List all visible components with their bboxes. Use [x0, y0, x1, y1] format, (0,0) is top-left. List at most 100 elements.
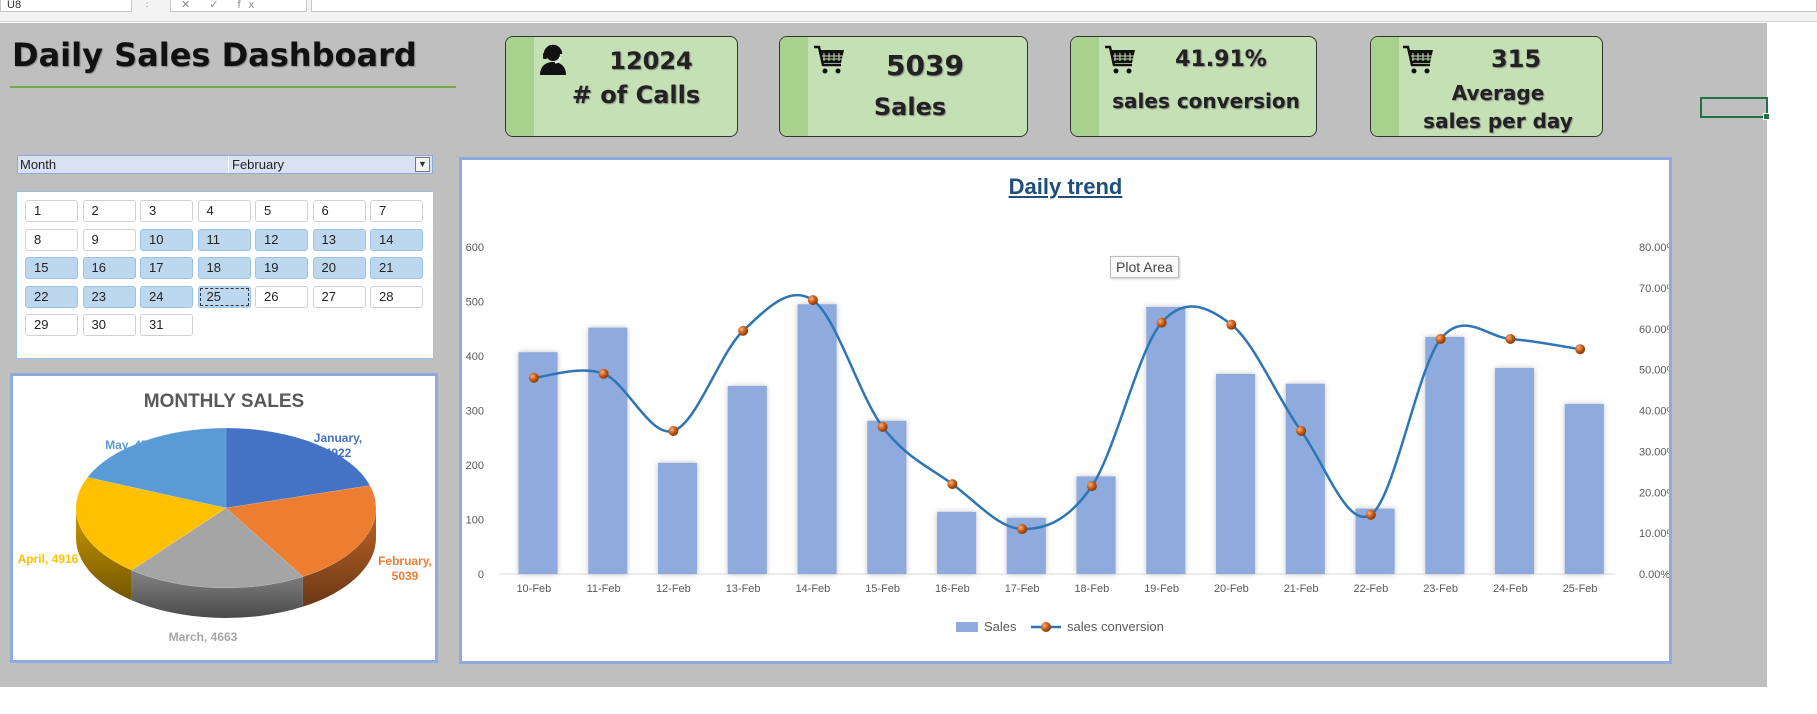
- sales-bar[interactable]: [588, 327, 628, 574]
- legend-swatch-sales: [956, 622, 978, 632]
- sales-bar[interactable]: [1146, 306, 1186, 574]
- slicer-day-25[interactable]: 25: [197, 285, 251, 308]
- kpi-card-calls[interactable]: 12024 # of Calls: [505, 36, 738, 137]
- kpi-card-sales[interactable]: 5039 Sales: [779, 36, 1028, 137]
- y-right-tick-label: 50.00%: [1639, 365, 1669, 377]
- y-left-tick-label: 0: [478, 569, 484, 581]
- slicer-day-30[interactable]: 30: [82, 314, 136, 336]
- sales-conversion-marker[interactable]: [1086, 481, 1097, 492]
- pie-chart-svg: [75, 427, 377, 618]
- formula-buttons[interactable]: ✕ ✓ fx: [170, 0, 307, 12]
- sales-bar[interactable]: [867, 420, 907, 574]
- sales-conversion-marker[interactable]: [1226, 319, 1237, 330]
- month-filter[interactable]: Month February ▼: [17, 155, 433, 174]
- kpi-card-conversion[interactable]: 41.91% sales conversion: [1070, 36, 1317, 137]
- slicer-day-5[interactable]: 5: [255, 200, 308, 222]
- trend-chart-svg: 0 100 200 300 400 500 600 0.00% 10.00% 20.00% 30.0…: [466, 242, 1669, 634]
- sales-bar[interactable]: [1564, 403, 1604, 574]
- active-cell-selection[interactable]: [1700, 97, 1770, 120]
- plot-area-tooltip: Plot Area: [1110, 256, 1179, 278]
- sales-bar[interactable]: [1425, 336, 1465, 574]
- formula-bar: U8 ⋮ ✕ ✓ fx: [0, 0, 1817, 22]
- slicer-day-14[interactable]: 14: [370, 228, 423, 251]
- monthly-sales-chart[interactable]: MONTHLY SALES January, 4922 February, 50…: [10, 373, 438, 663]
- slicer-day-21[interactable]: 21: [370, 257, 423, 279]
- sales-bar[interactable]: [727, 385, 767, 574]
- sales-conversion-marker[interactable]: [877, 421, 888, 432]
- slicer-day-4[interactable]: 4: [197, 200, 251, 222]
- sales-bar[interactable]: [797, 304, 837, 574]
- sales-bar[interactable]: [937, 511, 977, 574]
- slicer-day-12[interactable]: 12: [255, 228, 308, 251]
- slicer-day-17[interactable]: 17: [140, 257, 193, 279]
- sales-bar[interactable]: [1495, 367, 1535, 574]
- y-right-tick-label: 30.00%: [1639, 446, 1669, 458]
- slicer-day-10[interactable]: 10: [140, 228, 193, 251]
- kpi-accent-strip: [780, 37, 808, 136]
- slicer-day-24[interactable]: 24: [140, 285, 193, 308]
- sales-conversion-marker[interactable]: [807, 295, 818, 306]
- y-right-tick-label: 20.00%: [1639, 487, 1669, 499]
- sales-conversion-marker[interactable]: [1296, 425, 1307, 436]
- slicer-day-20[interactable]: 20: [312, 257, 366, 279]
- kpi-label: Average sales per day: [1423, 81, 1573, 133]
- kpi-value: 41.91%: [1175, 47, 1267, 72]
- slicer-day-27[interactable]: 27: [312, 285, 366, 308]
- sales-bar[interactable]: [1285, 383, 1325, 574]
- slicer-day-15[interactable]: 15: [25, 257, 78, 279]
- filter-label: Month: [20, 157, 57, 172]
- slicer-day-26[interactable]: 26: [255, 285, 308, 308]
- slicer-day-16[interactable]: 16: [82, 257, 136, 279]
- sales-conversion-marker[interactable]: [528, 372, 539, 383]
- slicer-day-11[interactable]: 11: [197, 228, 251, 251]
- slicer-day-23[interactable]: 23: [82, 285, 136, 308]
- kpi-label: Sales: [873, 93, 947, 121]
- formula-input[interactable]: [311, 0, 1817, 12]
- y-right-tick-label: 70.00%: [1639, 283, 1669, 295]
- slicer-day-29[interactable]: 29: [25, 314, 78, 336]
- kpi-accent-strip: [1371, 37, 1399, 136]
- slicer-day-7[interactable]: 7: [370, 200, 423, 222]
- slicer-day-22[interactable]: 22: [25, 285, 78, 308]
- sales-conversion-marker[interactable]: [947, 479, 958, 490]
- slicer-day-18[interactable]: 18: [197, 257, 251, 279]
- filter-dropdown-icon[interactable]: ▼: [415, 157, 430, 172]
- slicer-day-9[interactable]: 9: [82, 228, 136, 251]
- x-tick-label: 23-Feb: [1423, 583, 1458, 595]
- sales-conversion-marker[interactable]: [598, 368, 609, 379]
- kpi-card-average-sales[interactable]: 315 Average sales per day: [1370, 36, 1603, 137]
- x-tick-label: 22-Feb: [1353, 583, 1388, 595]
- sheet-bottom-area: [0, 687, 1817, 714]
- slicer-day-28[interactable]: 28: [370, 285, 423, 308]
- sales-bar[interactable]: [518, 352, 558, 574]
- slicer-day-31[interactable]: 31: [140, 314, 193, 336]
- shopping-cart-icon: [1403, 45, 1433, 74]
- y-left-tick-label: 600: [466, 242, 484, 254]
- slicer-day-1[interactable]: 1: [25, 200, 78, 222]
- y-left-tick-label: 200: [466, 460, 484, 472]
- sales-bar[interactable]: [1076, 476, 1116, 574]
- slicer-day-8[interactable]: 8: [25, 228, 78, 251]
- x-tick-label: 19-Feb: [1144, 583, 1179, 595]
- x-tick-label: 14-Feb: [795, 583, 830, 595]
- sales-conversion-marker[interactable]: [1365, 509, 1376, 520]
- pie-label-april: April, 4916: [17, 552, 79, 566]
- sales-conversion-marker[interactable]: [1575, 344, 1586, 355]
- sales-bar[interactable]: [1355, 508, 1395, 574]
- sales-conversion-marker[interactable]: [738, 325, 749, 336]
- sales-conversion-marker[interactable]: [1435, 333, 1446, 344]
- slicer-day-6[interactable]: 6: [312, 200, 366, 222]
- daily-trend-chart[interactable]: Daily trend 0 100 200 300 400 500 600 0.00% 10.0…: [459, 157, 1672, 664]
- sales-bar[interactable]: [1216, 373, 1256, 574]
- y-right-tick-label: 80.00%: [1639, 242, 1669, 254]
- sales-conversion-marker[interactable]: [1505, 333, 1516, 344]
- slicer-day-13[interactable]: 13: [312, 228, 366, 251]
- sales-conversion-marker[interactable]: [1156, 317, 1167, 328]
- sales-conversion-marker[interactable]: [668, 425, 679, 436]
- slicer-day-19[interactable]: 19: [255, 257, 308, 279]
- sales-conversion-marker[interactable]: [1017, 524, 1028, 535]
- name-box[interactable]: U8: [0, 0, 132, 12]
- slicer-day-2[interactable]: 2: [82, 200, 136, 222]
- sales-bar[interactable]: [658, 462, 698, 574]
- slicer-day-3[interactable]: 3: [140, 200, 193, 222]
